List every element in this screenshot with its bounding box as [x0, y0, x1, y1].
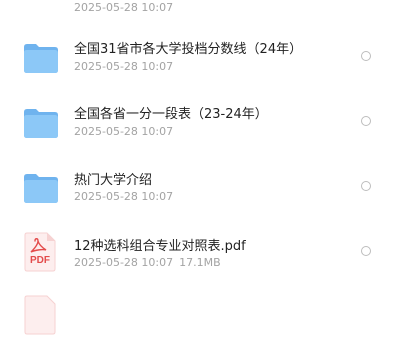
- pdf-file-icon: PDF: [23, 232, 57, 272]
- pdf-file-icon: [23, 295, 57, 335]
- folder-icon: [22, 0, 60, 3]
- file-date: 2025-05-28 10:07: [74, 190, 174, 203]
- file-date: 2025-05-28 10:07: [74, 125, 174, 138]
- file-list-item[interactable]: 2025-05-28 10:07: [0, 0, 400, 18]
- file-list-item[interactable]: [0, 295, 400, 360]
- file-list: 2025-05-28 10:07 全国31省市各大学投档分数线（24年） 202…: [0, 0, 400, 335]
- file-name: 全国各省一分一段表（23-24年）: [74, 107, 268, 122]
- select-radio[interactable]: [361, 181, 371, 191]
- file-name: 12种选科组合专业对照表.pdf: [74, 239, 246, 254]
- file-date: 2025-05-28 10:07: [74, 256, 174, 269]
- file-list-item[interactable]: PDF 12种选科组合专业对照表.pdf 2025-05-28 10:07 17.…: [0, 232, 400, 298]
- pdf-badge: PDF: [30, 255, 50, 266]
- select-radio[interactable]: [361, 51, 371, 61]
- file-meta: 2025-05-28 10:07: [74, 125, 173, 138]
- select-radio[interactable]: [361, 246, 371, 256]
- folder-icon: [24, 44, 58, 73]
- folder-icon: [24, 109, 58, 138]
- file-meta: 2025-05-28 10:07: [74, 1, 173, 14]
- file-list-item[interactable]: 热门大学介绍 2025-05-28 10:07: [0, 168, 400, 233]
- file-size: 17.1MB: [179, 256, 221, 269]
- select-radio[interactable]: [361, 116, 371, 126]
- file-name: 全国31省市各大学投档分数线（24年）: [74, 42, 303, 57]
- file-meta: 2025-05-28 10:07: [74, 60, 173, 73]
- folder-icon: [24, 174, 58, 203]
- file-date: 2025-05-28 10:07: [74, 1, 174, 14]
- file-meta: 2025-05-28 10:07: [74, 190, 173, 203]
- file-name: 热门大学介绍: [74, 173, 153, 188]
- file-meta: 2025-05-28 10:07 17.1MB: [74, 256, 221, 269]
- file-list-item[interactable]: 全国各省一分一段表（23-24年） 2025-05-28 10:07: [0, 102, 400, 167]
- file-list-item[interactable]: 全国31省市各大学投档分数线（24年） 2025-05-28 10:07: [0, 37, 400, 102]
- file-date: 2025-05-28 10:07: [74, 60, 174, 73]
